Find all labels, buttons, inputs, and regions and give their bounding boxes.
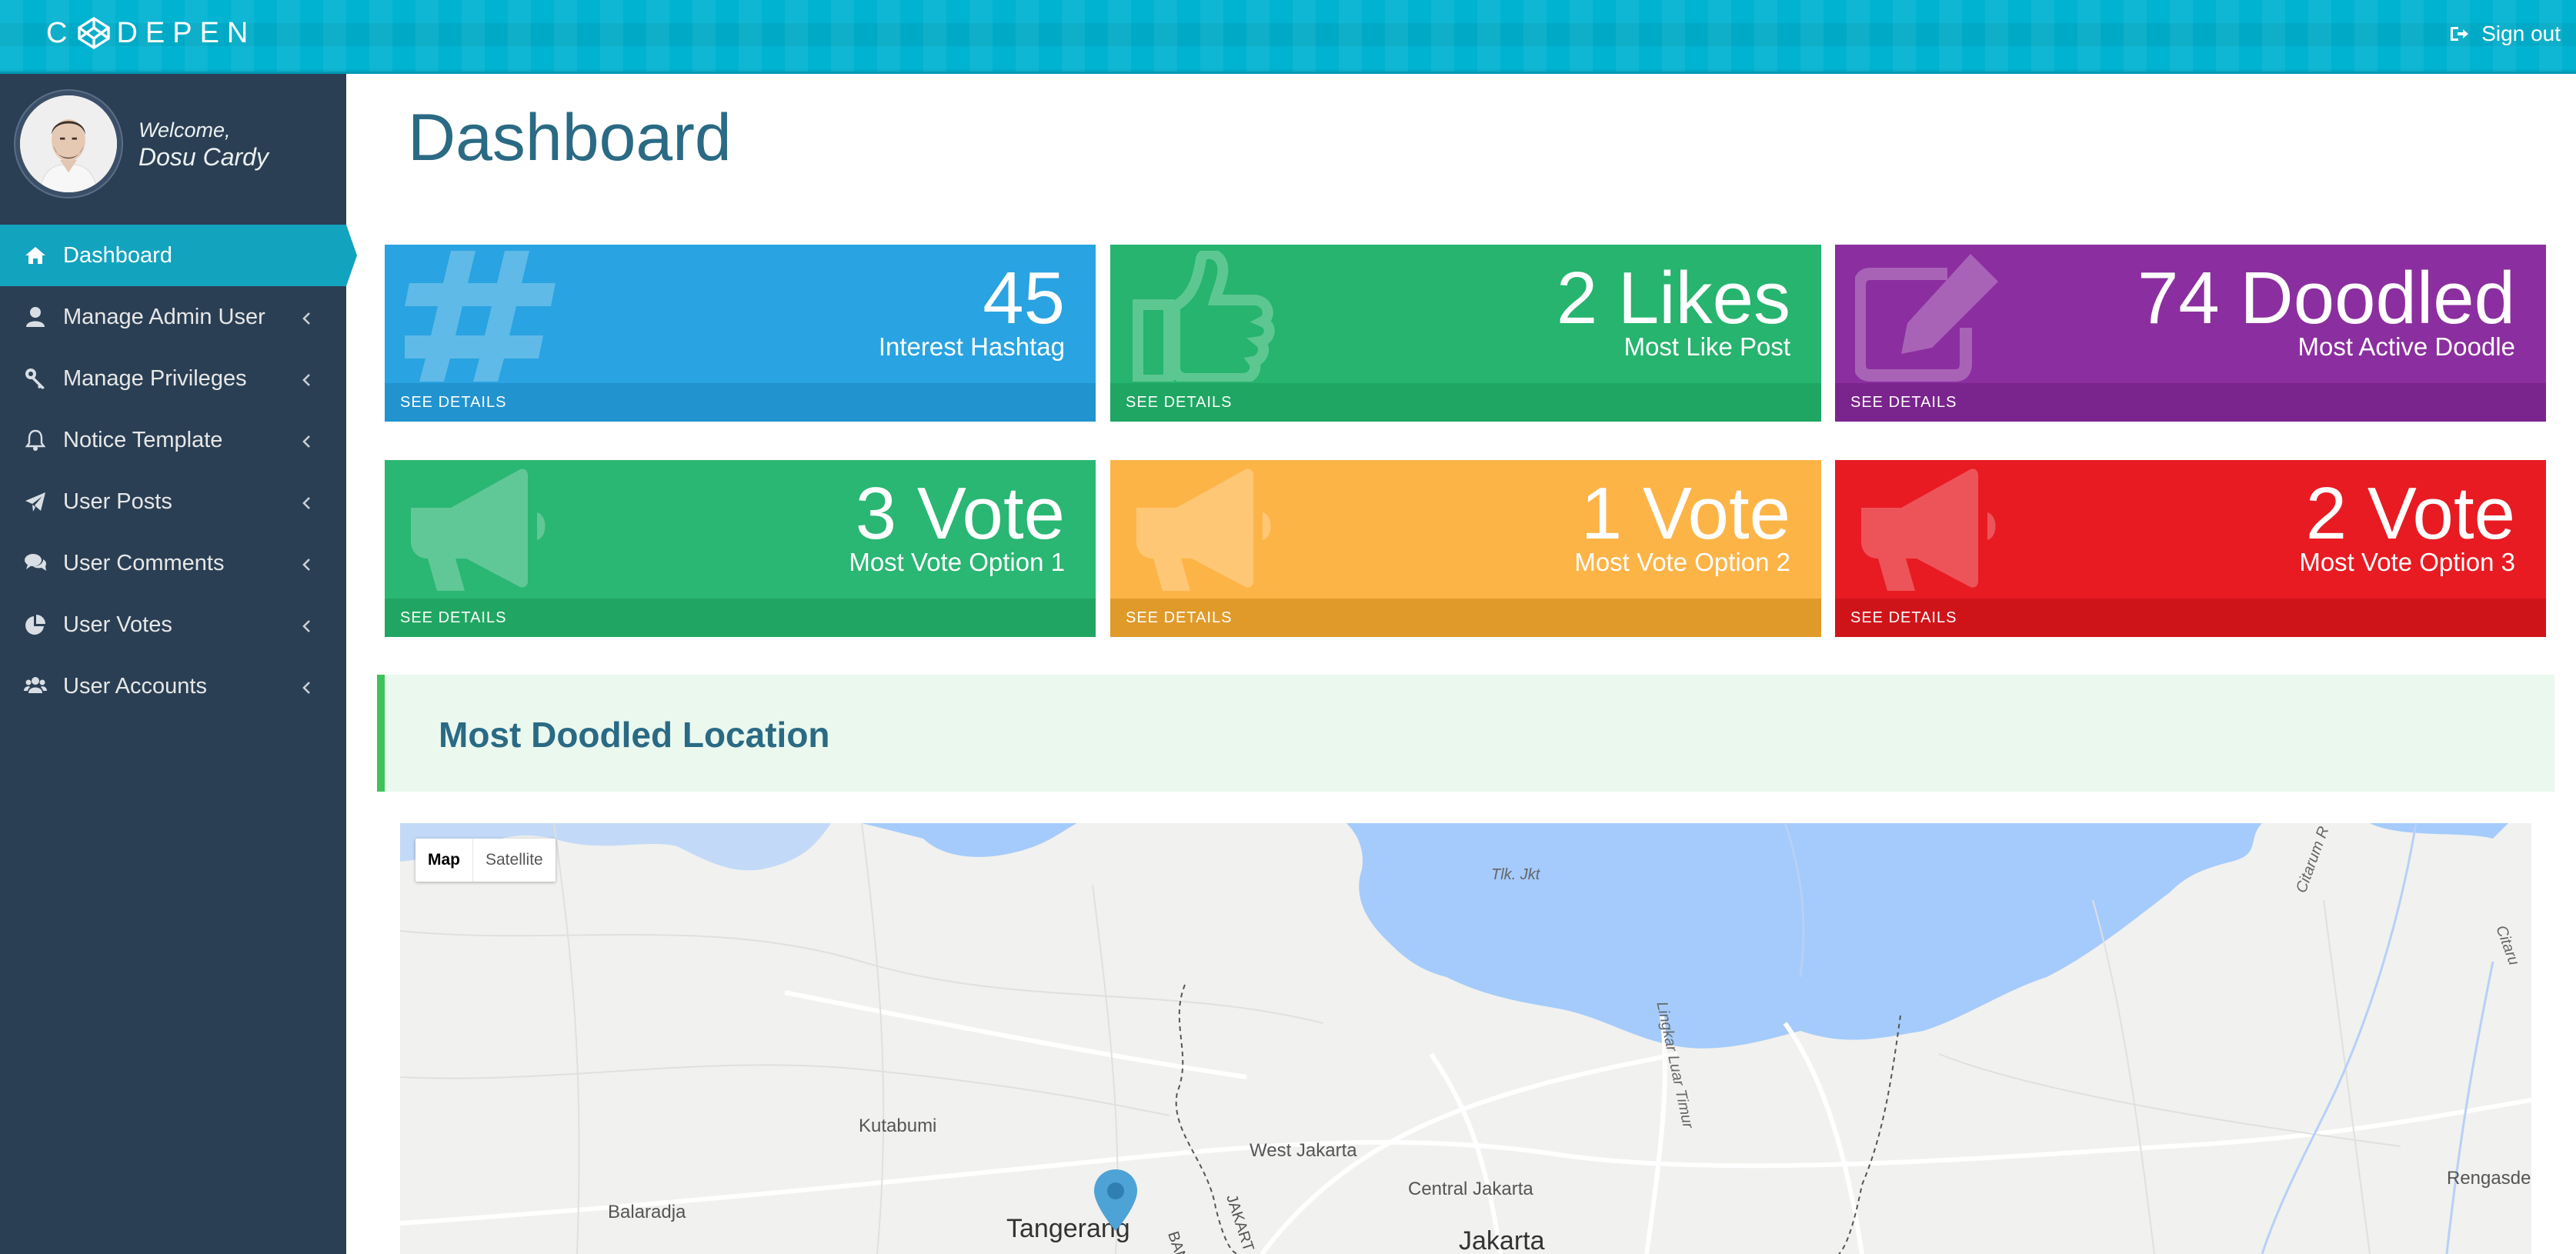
username: Dosu Cardy [138, 143, 269, 171]
sidebar-item-label: User Comments [63, 550, 225, 575]
hashtag-icon [397, 251, 559, 382]
map-label-rengasdengklok: Rengasden [2447, 1168, 2531, 1189]
sidebar-item-user-votes[interactable]: User Votes [0, 594, 346, 655]
tile-label: Most Active Doodle [2297, 332, 2515, 361]
sign-out-icon [2451, 27, 2469, 41]
tile-value: 2 Vote [2305, 472, 2515, 555]
tile-value: 1 Vote [1580, 472, 1790, 555]
sidebar-item-label: User Posts [63, 489, 172, 514]
tile-label: Most Vote Option 1 [849, 548, 1065, 576]
tile-label: Most Vote Option 3 [2299, 548, 2515, 576]
stat-tile-vote-option-3[interactable]: 2 Vote Most Vote Option 3 SEE DETAILS [1835, 460, 2546, 637]
tile-label: Most Vote Option 2 [1574, 548, 1790, 576]
map-label-bay: Tlk. Jkt [1491, 866, 1540, 883]
map-label-balaradja: Balaradja [608, 1202, 686, 1222]
tile-value: 45 [983, 257, 1065, 339]
tile-label: Interest Hashtag [878, 332, 1065, 361]
map[interactable]: Map Satellite Tlk. Jkt Kutabumi West Jak… [400, 823, 2531, 1254]
see-details-link[interactable]: SEE DETAILS [385, 383, 1096, 422]
user-icon [23, 305, 48, 329]
sidebar-menu: Dashboard Manage Admin User Manage Privi… [0, 225, 357, 717]
chevron-left-icon [299, 554, 315, 571]
sidebar-item-user-comments[interactable]: User Comments [0, 532, 346, 594]
logo-letter-c: C [46, 16, 75, 49]
sidebar: Welcome, Dosu Cardy Dashboard Manage Adm… [0, 74, 357, 1254]
see-details-link[interactable]: SEE DETAILS [1835, 383, 2546, 422]
stat-tile-most-active-doodle[interactable]: 74 Doodled Most Active Doodle SEE DETAIL… [1835, 245, 2546, 422]
bell-icon [23, 428, 48, 452]
key-icon [23, 366, 48, 391]
map-label-jakarta: Jakarta [1459, 1226, 1545, 1254]
megaphone-icon [1130, 466, 1284, 597]
thumbs-up-icon [1130, 248, 1284, 385]
see-details-link[interactable]: SEE DETAILS [385, 599, 1096, 637]
stat-tile-most-like-post[interactable]: 2 Likes Most Like Post SEE DETAILS [1110, 245, 1821, 422]
users-icon [23, 674, 48, 699]
sidebar-item-manage-privileges[interactable]: Manage Privileges [0, 348, 346, 409]
sidebar-item-label: Dashboard [63, 242, 172, 268]
sidebar-item-notice-template[interactable]: Notice Template [0, 409, 346, 471]
sidebar-item-label: Notice Template [63, 427, 223, 452]
sidebar-item-user-accounts[interactable]: User Accounts [0, 655, 346, 717]
pie-chart-icon [23, 612, 48, 637]
stat-tile-vote-option-2[interactable]: 1 Vote Most Vote Option 2 SEE DETAILS [1110, 460, 1821, 637]
see-details-link[interactable]: SEE DETAILS [1110, 383, 1821, 422]
sidebar-item-dashboard[interactable]: Dashboard [0, 225, 357, 286]
chevron-left-icon [299, 431, 315, 448]
section-title: Most Doodled Location [439, 715, 830, 755]
chevron-left-icon [299, 369, 315, 386]
home-icon [23, 243, 48, 268]
map-label-west-jakarta: West Jakarta [1250, 1140, 1357, 1161]
sidebar-item-user-posts[interactable]: User Posts [0, 471, 346, 532]
codepen-cube-icon [78, 16, 111, 50]
map-label-kutabumi: Kutabumi [859, 1116, 937, 1136]
map-label-central-jakarta: Central Jakarta [1408, 1179, 1533, 1199]
chevron-left-icon [299, 308, 315, 325]
see-details-link[interactable]: SEE DETAILS [1835, 599, 2546, 637]
chevron-left-icon [299, 677, 315, 694]
top-navbar: C DEPEN Sign out [0, 0, 2576, 74]
chevron-left-icon [299, 492, 315, 509]
comments-icon [23, 551, 48, 575]
map-type-toggle[interactable]: Map Satellite [415, 839, 556, 882]
stat-tile-vote-option-1[interactable]: 3 Vote Most Vote Option 1 SEE DETAILS [385, 460, 1096, 637]
tile-label: Most Like Post [1623, 332, 1790, 361]
sign-out-label: Sign out [2481, 22, 2561, 45]
see-details-link[interactable]: SEE DETAILS [1110, 599, 1821, 637]
sidebar-item-label: User Accounts [63, 673, 207, 699]
stat-tile-interest-hashtag[interactable]: 45 Interest Hashtag SEE DETAILS [385, 245, 1096, 422]
sidebar-item-label: Manage Admin User [63, 304, 265, 329]
satellite-view-button[interactable]: Satellite [473, 839, 556, 882]
codepen-logo[interactable]: C DEPEN [46, 15, 255, 51]
tile-value: 3 Vote [855, 472, 1065, 555]
sign-out-button[interactable]: Sign out [2449, 18, 2561, 49]
sidebar-item-label: Manage Privileges [63, 365, 247, 391]
map-view-button[interactable]: Map [415, 839, 473, 882]
megaphone-icon [405, 466, 559, 597]
sidebar-item-manage-admin-user[interactable]: Manage Admin User [0, 286, 346, 348]
profile-panel: Welcome, Dosu Cardy [0, 74, 346, 225]
chevron-left-icon [299, 615, 315, 632]
sidebar-item-label: User Votes [63, 612, 172, 637]
edit-icon [1854, 251, 2009, 382]
welcome-text: Welcome, [138, 118, 231, 142]
map-pin-icon[interactable] [1091, 1168, 1140, 1232]
tile-value: 2 Likes [1556, 257, 1790, 339]
avatar[interactable] [15, 91, 122, 197]
megaphone-icon [1855, 466, 2009, 597]
paper-plane-icon [23, 489, 48, 514]
tile-value: 74 Doodled [2137, 257, 2515, 339]
logo-text: DEPEN [116, 16, 256, 49]
page-title: Dashboard [408, 101, 732, 175]
